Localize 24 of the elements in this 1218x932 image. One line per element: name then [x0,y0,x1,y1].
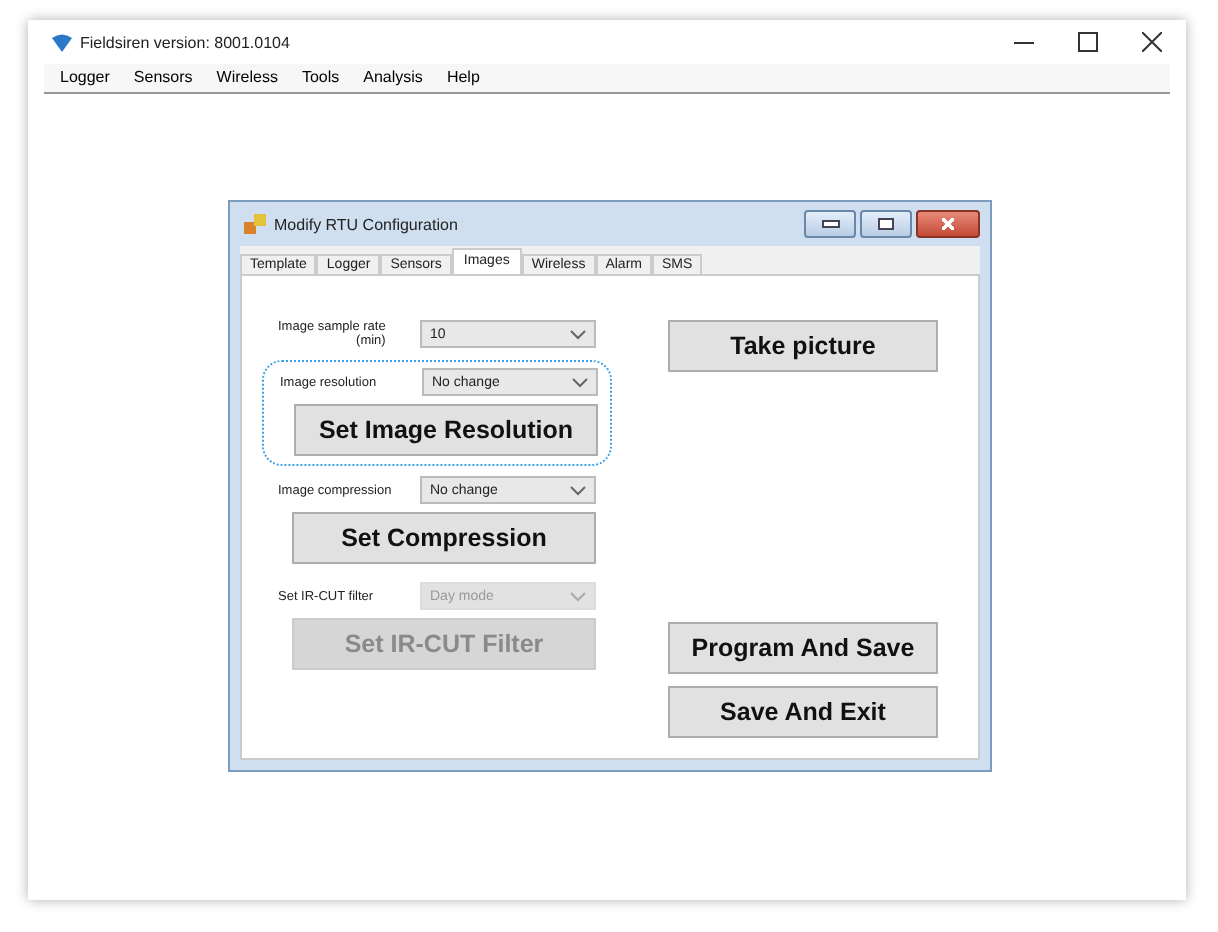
set-button[interactable]: Set Image Resolution [294,404,598,456]
chevron-icon [570,485,586,495]
dialog-title: Modify RTU Configuration [274,215,458,233]
wifi-icon [52,33,72,51]
menu-item[interactable]: Tools [301,68,340,86]
chevron-icon [572,377,588,387]
chevron-icon [570,329,586,339]
menu-item[interactable]: Logger [60,68,110,86]
menu-item[interactable]: Wireless [216,68,278,86]
window-title: Fieldsiren version: 8001.0104 [80,33,290,51]
chevron-icon [570,591,586,601]
close-button[interactable] [916,210,980,238]
menu-item[interactable]: Help [446,68,480,86]
minimize-button[interactable] [804,210,856,238]
maximize-icon[interactable] [1078,32,1098,52]
menu-item[interactable]: Sensors [133,68,193,86]
action-button[interactable]: Take picture [668,320,938,372]
action-button[interactable]: Save And Exit [668,686,938,738]
action-button[interactable]: Program And Save [668,622,938,674]
restore-button[interactable] [860,210,912,238]
menu-item[interactable]: Analysis [363,68,423,86]
app-icon [244,214,266,234]
set-button[interactable]: Set Compression [292,512,596,564]
close-icon[interactable] [1142,32,1162,52]
